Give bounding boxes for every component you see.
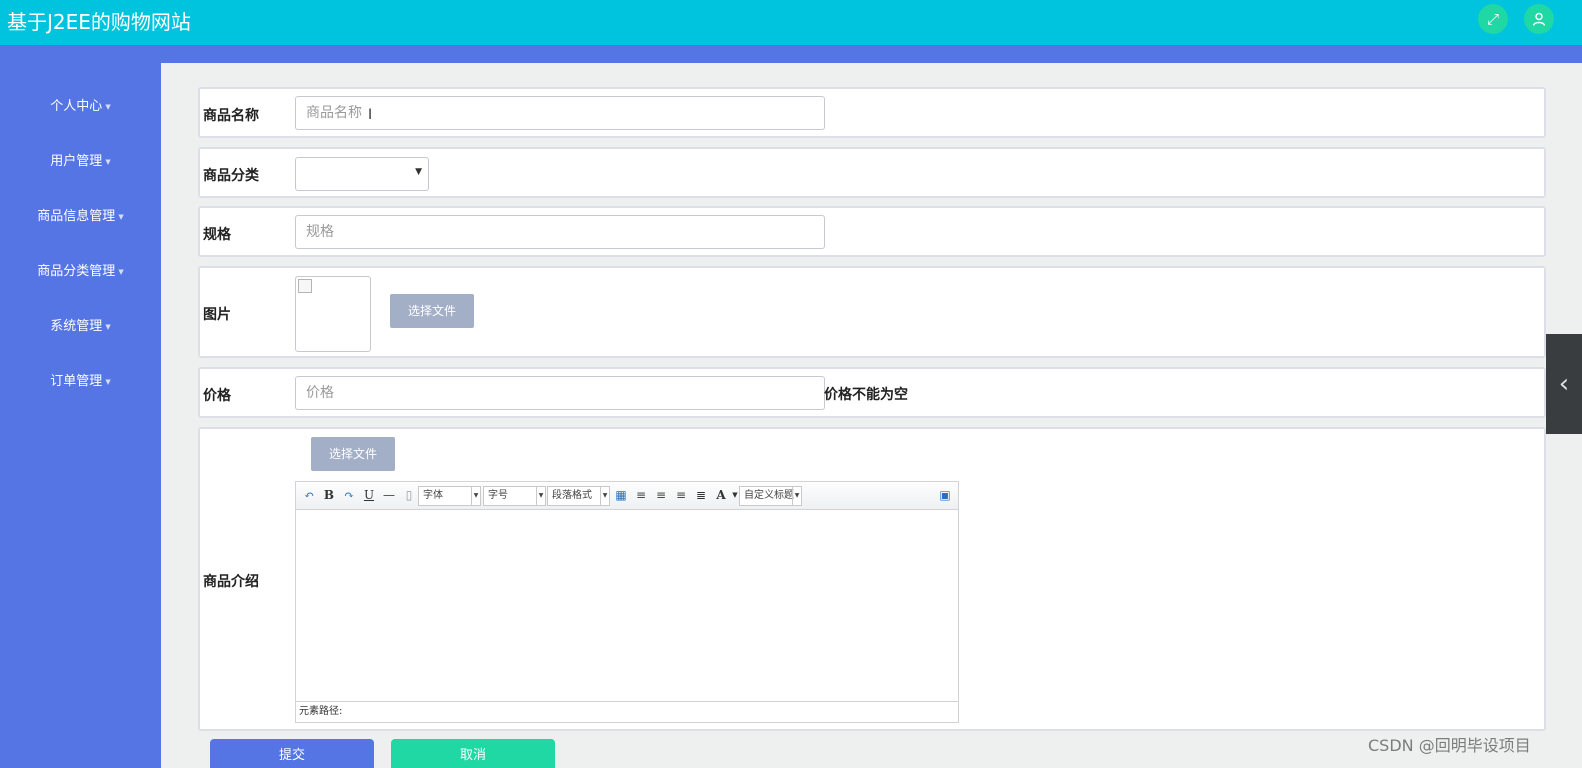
- rich-text-editor: ↶ B ↷ U — ▯ 字体 ▼ 字号 ▼ 段落格式 ▼ ▦ ≡ ≡ ≡ ≣ A ▼ …: [295, 481, 959, 723]
- custom-title-select[interactable]: 自定义标题 ▼: [739, 486, 802, 506]
- caret-down-icon: ▼: [105, 102, 111, 111]
- underline-icon[interactable]: U: [362, 488, 376, 502]
- caret-down-icon: ▼: [118, 267, 124, 276]
- caret-down-icon: ▼: [105, 157, 111, 166]
- form-row-spec: 规格: [198, 206, 1546, 257]
- document-icon[interactable]: ▯: [402, 488, 416, 502]
- editor-toolbar: ↶ B ↷ U — ▯ 字体 ▼ 字号 ▼ 段落格式 ▼ ▦ ≡ ≡ ≡ ≣ A ▼ …: [296, 482, 958, 510]
- sidebar-item-label: 系统管理: [50, 319, 103, 334]
- table-icon[interactable]: ▦: [614, 488, 628, 502]
- editor-content-area[interactable]: [296, 511, 958, 701]
- form-row-intro: 商品介绍 选择文件 ↶ B ↷ U — ▯ 字体 ▼ 字号 ▼ 段落格式 ▼ ▦ ≡ …: [198, 427, 1546, 731]
- sidebar-item-orders[interactable]: 订单管理 ▼: [0, 370, 161, 389]
- submit-button[interactable]: 提交: [210, 739, 374, 768]
- font-size-label: 字号: [488, 490, 508, 501]
- sidebar-item-label: 用户管理: [50, 154, 103, 169]
- chevron-left-icon[interactable]: ‹: [1546, 334, 1582, 434]
- font-family-label: 字体: [423, 490, 443, 501]
- chevron-down-icon: ▼: [792, 487, 801, 505]
- site-title: 基于J2EE的购物网站: [7, 10, 191, 34]
- chevron-down-icon: ▼: [536, 487, 545, 505]
- top-bar: 基于J2EE的购物网站 ⤢: [0, 0, 1582, 45]
- align-justify-icon[interactable]: ≣: [694, 488, 708, 502]
- intro-label: 商品介绍: [203, 574, 259, 590]
- form-row-category: 商品分类 ▼: [198, 147, 1546, 198]
- custom-title-label: 自定义标题: [744, 490, 794, 501]
- image-preview: [295, 276, 371, 352]
- sidebar: 个人中心 ▼ 用户管理 ▼ 商品信息管理 ▼ 商品分类管理 ▼ 系统管理 ▼ 订单管理 ▼: [0, 63, 161, 768]
- redo-icon[interactable]: ↷: [342, 488, 356, 502]
- spec-label: 规格: [203, 227, 231, 243]
- sidebar-item-label: 商品信息管理: [37, 209, 116, 224]
- sidebar-item-product-info[interactable]: 商品信息管理 ▼: [0, 205, 161, 224]
- sidebar-item-product-category[interactable]: 商品分类管理 ▼: [0, 260, 161, 279]
- form-row-price: 价格 价格不能为空: [198, 367, 1546, 418]
- align-right-icon[interactable]: ≡: [654, 488, 668, 502]
- paragraph-format-label: 段落格式: [552, 490, 592, 501]
- broken-image-icon: [298, 279, 312, 293]
- sidebar-item-personal-center[interactable]: 个人中心 ▼: [0, 95, 161, 114]
- sidebar-item-label: 订单管理: [50, 374, 103, 389]
- chevron-down-icon: ▼: [471, 487, 480, 505]
- category-select[interactable]: ▼: [295, 157, 429, 191]
- header-strip: [0, 45, 1582, 63]
- price-input[interactable]: [295, 376, 825, 410]
- sidebar-item-system[interactable]: 系统管理 ▼: [0, 315, 161, 334]
- editor-element-path: 元素路径:: [296, 701, 958, 722]
- align-center-icon[interactable]: ≡: [674, 488, 688, 502]
- cancel-button[interactable]: 取消: [391, 739, 555, 768]
- caret-down-icon: ▼: [105, 377, 111, 386]
- spec-input[interactable]: [295, 215, 825, 249]
- caret-down-icon: ▼: [105, 322, 111, 331]
- font-color-icon[interactable]: A: [714, 488, 728, 502]
- form-row-image: 图片 选择文件: [198, 266, 1546, 358]
- bold-icon[interactable]: B: [322, 488, 336, 502]
- price-error-message: 价格不能为空: [824, 387, 908, 403]
- caret-down-icon: ▼: [118, 212, 124, 221]
- name-label: 商品名称: [203, 108, 259, 124]
- price-label: 价格: [203, 388, 231, 404]
- font-family-select[interactable]: 字体 ▼: [418, 486, 481, 506]
- align-left-icon[interactable]: ≡: [634, 488, 648, 502]
- fullscreen-icon[interactable]: ⤢: [1478, 4, 1508, 34]
- sidebar-item-label: 商品分类管理: [37, 264, 116, 279]
- preview-icon[interactable]: ▣: [938, 488, 952, 502]
- undo-icon[interactable]: ↶: [302, 488, 316, 502]
- name-input[interactable]: [295, 96, 825, 130]
- sidebar-item-user-management[interactable]: 用户管理 ▼: [0, 150, 161, 169]
- chevron-down-icon: ▼: [415, 167, 422, 177]
- category-label: 商品分类: [203, 168, 259, 184]
- form-row-name: 商品名称: [198, 87, 1546, 138]
- sidebar-item-label: 个人中心: [50, 99, 103, 114]
- image-choose-file-button[interactable]: 选择文件: [390, 294, 474, 328]
- chevron-down-icon: ▼: [600, 487, 609, 505]
- image-label: 图片: [203, 307, 231, 323]
- paragraph-format-select[interactable]: 段落格式 ▼: [547, 486, 610, 506]
- text-cursor-icon: I: [368, 107, 373, 123]
- intro-choose-file-button[interactable]: 选择文件: [311, 437, 395, 471]
- watermark: CSDN @回明毕设项目: [1368, 736, 1531, 755]
- horizontal-rule-icon[interactable]: —: [382, 488, 396, 502]
- user-icon[interactable]: [1524, 4, 1554, 34]
- font-size-select[interactable]: 字号 ▼: [483, 486, 546, 506]
